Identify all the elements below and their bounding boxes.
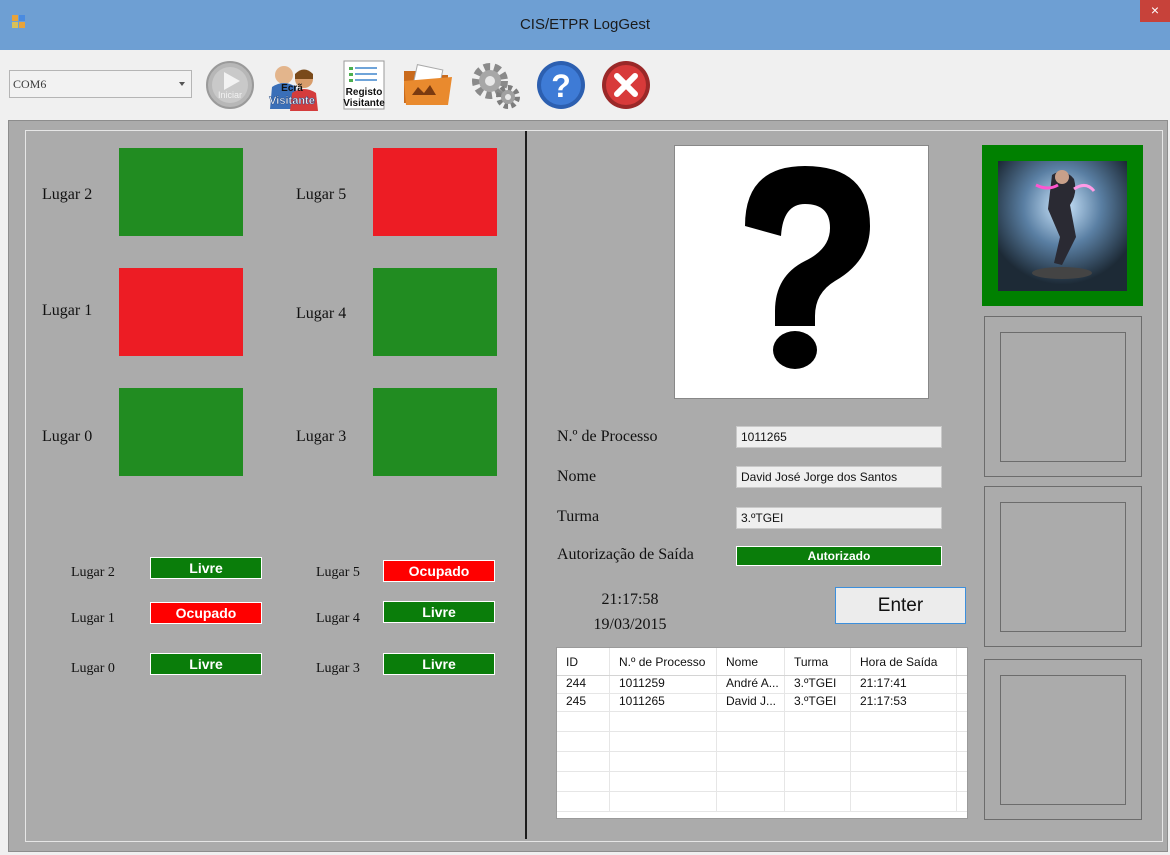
register-list-icon: Registo Visitante [343,60,385,110]
enter-button[interactable]: Enter [835,587,966,624]
play-icon: Iniciar [206,61,254,109]
exit-authorization-badge: Autorizado [736,546,942,566]
column-header[interactable]: N.º de Processo [610,648,717,675]
spot-label: Lugar 1 [42,302,93,319]
spot-indicator-lugar-4 [373,268,497,356]
table-cell: 21:17:41 [851,676,957,693]
start-label: Iniciar [218,90,242,100]
app-window: CIS/ETPR LogGest × COM6 Iniciar Ecrã Vis… [0,0,1170,855]
recent-photo-placeholder [1000,332,1126,462]
column-header[interactable]: Turma [785,648,851,675]
status-spot-label: Lugar 4 [316,611,360,626]
recent-photo [998,161,1127,291]
recent-photo-placeholder [1000,502,1126,632]
table-cell: 1011259 [610,676,717,693]
window-title: CIS/ETPR LogGest [519,16,651,33]
status-badge: Ocupado [383,560,495,582]
spot-label: Lugar 2 [42,186,93,203]
exit-button[interactable] [598,57,654,113]
exit-log-table[interactable]: ID N.º de Processo Nome Turma Hora de Sa… [556,647,968,819]
gear-icon [472,63,520,109]
table-row-empty [557,772,967,792]
spot-indicator-lugar-0 [119,388,243,476]
column-header[interactable]: Hora de Saída [851,648,957,675]
process-number-label: N.º de Processo [557,428,658,445]
spot-indicator-lugar-2 [119,148,243,236]
open-folder-button[interactable] [400,57,456,113]
folder-icon [404,64,452,105]
svg-text:?: ? [551,68,571,104]
column-header[interactable]: ID [557,648,610,675]
table-cell: 244 [557,676,610,693]
close-icon [602,61,650,109]
visitor-screen-label-1: Ecrã [281,83,303,94]
status-badge: Ocupado [150,602,262,624]
spot-label: Lugar 3 [296,428,347,445]
name-label: Nome [557,468,597,485]
table-row-empty [557,712,967,732]
status-spot-label: Lugar 1 [71,611,115,626]
exit-authorization-label: Autorização de Saída [557,546,694,563]
clock-time: 21:17:58 [601,591,659,608]
name-field[interactable]: David José Jorge dos Santos [736,466,942,488]
table-cell: 1011265 [610,694,717,711]
table-cell: David J... [717,694,785,711]
status-badge: Livre [383,653,495,675]
settings-button[interactable] [466,57,526,113]
recent-photo-frame-active [982,145,1143,306]
start-button[interactable]: Iniciar [203,57,257,113]
process-number-field[interactable]: 1011265 [736,426,942,448]
spot-indicator-lugar-3 [373,388,497,476]
table-cell: 3.ºTGEI [785,694,851,711]
recent-photo-frame [984,659,1142,820]
student-photo [674,145,929,399]
title-bar[interactable]: CIS/ETPR LogGest × [0,0,1170,50]
close-window-button[interactable]: × [1140,0,1170,22]
question-mark-icon [745,166,870,369]
status-spot-label: Lugar 3 [316,661,360,676]
status-spot-label: Lugar 2 [71,565,115,580]
visitor-register-label-1: Registo [346,87,383,98]
serial-port-value: COM6 [13,77,47,91]
status-badge: Livre [150,653,262,675]
chevron-down-icon [179,82,185,86]
table-row-empty [557,752,967,772]
table-cell: 245 [557,694,610,711]
table-cell: André A... [717,676,785,693]
clock-date: 19/03/2015 [593,616,667,633]
table-row[interactable]: 244 1011259 André A... 3.ºTGEI 21:17:41 [557,676,967,694]
spot-label: Lugar 5 [296,186,347,203]
recent-photo-placeholder [1000,675,1126,805]
help-button[interactable]: ? [533,57,589,113]
spot-label: Lugar 0 [42,428,93,445]
spot-indicator-lugar-1 [119,268,243,356]
spot-indicator-lugar-5 [373,148,497,236]
class-label: Turma [557,508,600,525]
visitor-screen-button[interactable]: Ecrã Visitante [262,57,324,113]
visitor-register-button[interactable]: Registo Visitante [336,57,392,113]
table-cell: 3.ºTGEI [785,676,851,693]
status-badge: Livre [383,601,495,623]
recent-photo-frame [984,486,1142,647]
status-badge: Livre [150,557,262,579]
table-row-empty [557,792,967,812]
class-field[interactable]: 3.ºTGEI [736,507,942,529]
table-row[interactable]: 245 1011265 David J... 3.ºTGEI 21:17:53 [557,694,967,712]
serial-port-select[interactable]: COM6 [9,70,192,98]
table-cell: 21:17:53 [851,694,957,711]
status-spot-label: Lugar 0 [71,661,115,676]
visitor-register-label-2: Visitante [343,98,385,109]
column-header[interactable]: Nome [717,648,785,675]
recent-photo-frame [984,316,1142,477]
table-row-empty [557,732,967,752]
visitors-icon: Ecrã Visitante [269,66,318,111]
table-header-row: ID N.º de Processo Nome Turma Hora de Sa… [557,648,967,676]
spot-label: Lugar 4 [296,305,347,322]
help-icon: ? [537,61,585,109]
visitor-screen-label-2: Visitante [269,95,315,107]
status-spot-label: Lugar 5 [316,565,360,580]
panel-divider [525,131,527,839]
